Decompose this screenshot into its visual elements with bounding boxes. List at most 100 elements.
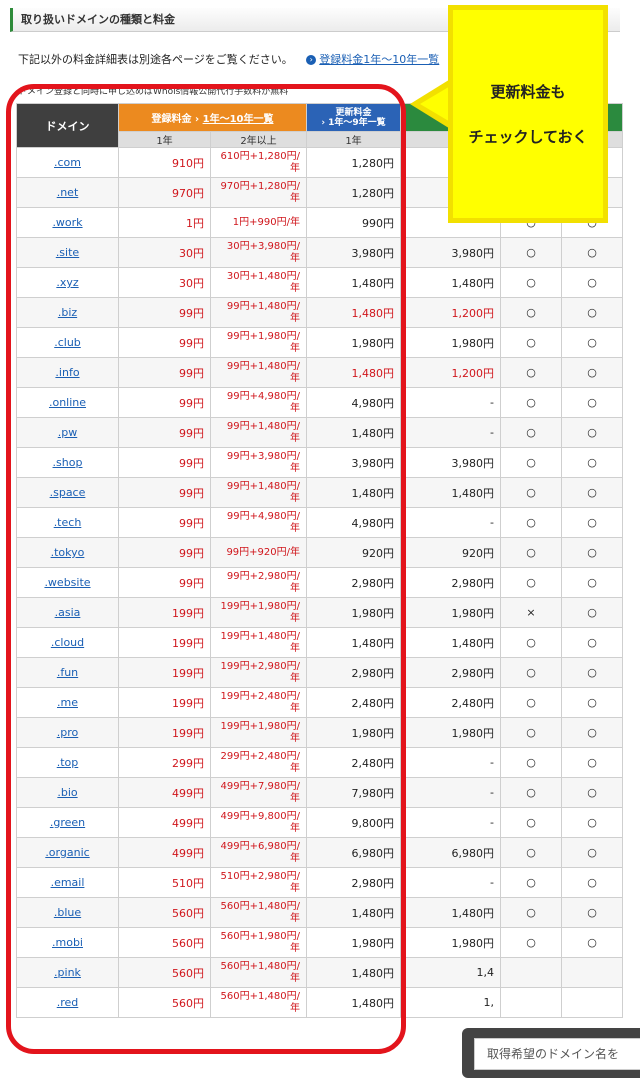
transfer-price: - <box>400 867 501 898</box>
renewal-price: 2,480円 <box>306 687 401 718</box>
table-row: .red 560円 560円+1,480円/年 1,480円 1, <box>16 987 624 1018</box>
domain-link[interactable]: .website <box>44 576 90 589</box>
price-1-year: 99円 <box>118 447 211 478</box>
feature-mark-2: ○ <box>560 717 624 748</box>
domain-link[interactable]: .top <box>57 756 79 769</box>
domain-link[interactable]: .biz <box>58 306 77 319</box>
header-registration-link[interactable]: 1年〜10年一覧 <box>203 114 274 125</box>
feature-mark-1: ○ <box>500 627 562 658</box>
price-1-year: 99円 <box>118 327 211 358</box>
domain-link[interactable]: .me <box>57 696 78 709</box>
header-renewal-link[interactable]: › 1年〜9年一覧 <box>313 118 394 128</box>
domain-link[interactable]: .space <box>50 486 86 499</box>
feature-mark-2: ○ <box>560 297 624 328</box>
domain-link[interactable]: .blue <box>54 906 81 919</box>
table-row: .blue 560円 560円+1,480円/年 1,480円 1,480円 ○ ○ <box>16 897 624 928</box>
renewal-price: 920円 <box>306 537 401 568</box>
price-1-year: 560円 <box>118 927 211 958</box>
price-2-years-plus: 99円+1,480円/年 <box>210 297 307 328</box>
domain-link-cell: .tech <box>16 507 119 538</box>
subheader-renew-1-year: 1年 <box>306 131 401 148</box>
domain-link-cell: .organic <box>16 837 119 868</box>
table-row: .info 99円 99円+1,480円/年 1,480円 1,200円 ○ ○ <box>16 357 624 388</box>
feature-mark-1: ○ <box>500 897 562 928</box>
price-1-year: 99円 <box>118 537 211 568</box>
domain-link[interactable]: .shop <box>53 456 83 469</box>
transfer-price: 1,480円 <box>400 897 501 928</box>
domain-link[interactable]: .info <box>55 366 79 379</box>
feature-mark-1: ○ <box>500 357 562 388</box>
renewal-price: 1,480円 <box>306 417 401 448</box>
domain-link-cell: .green <box>16 807 119 838</box>
domain-link[interactable]: .online <box>49 396 86 409</box>
domain-link[interactable]: .green <box>50 816 85 829</box>
domain-link[interactable]: .work <box>52 216 82 229</box>
domain-link[interactable]: .cloud <box>51 636 84 649</box>
table-row: .pw 99円 99円+1,480円/年 1,480円 - ○ ○ <box>16 417 624 448</box>
feature-mark-2: ○ <box>560 927 624 958</box>
domain-link-cell: .asia <box>16 597 119 628</box>
price-1-year: 30円 <box>118 267 211 298</box>
domain-link[interactable]: .com <box>54 156 81 169</box>
transfer-price: 3,980円 <box>400 237 501 268</box>
domain-link[interactable]: .bio <box>57 786 77 799</box>
domain-link[interactable]: .net <box>57 186 79 199</box>
domain-link[interactable]: .red <box>57 996 79 1009</box>
transfer-price: 1,980円 <box>400 327 501 358</box>
domain-link[interactable]: .xyz <box>56 276 78 289</box>
price-2-years-plus: 199円+2,980円/年 <box>210 657 307 688</box>
domain-link[interactable]: .tech <box>54 516 82 529</box>
table-row: .email 510円 510円+2,980円/年 2,980円 - ○ ○ <box>16 867 624 898</box>
domain-link[interactable]: .pink <box>54 966 81 979</box>
feature-mark-2: ○ <box>560 777 624 808</box>
renewal-price: 1,480円 <box>306 297 401 328</box>
transfer-price: 2,980円 <box>400 657 501 688</box>
feature-mark-2 <box>560 957 624 988</box>
transfer-price: 2,980円 <box>400 567 501 598</box>
domain-link-cell: .top <box>16 747 119 778</box>
renewal-price: 1,980円 <box>306 927 401 958</box>
header-registration-label: 登録料金 <box>151 114 192 125</box>
table-row: .asia 199円 199円+1,980円/年 1,980円 1,980円 × ○ <box>16 597 624 628</box>
price-2-years-plus: 99円+4,980円/年 <box>210 387 307 418</box>
domain-search-bar: 取得希望のドメイン名を <box>462 1028 640 1078</box>
price-2-years-plus: 560円+1,480円/年 <box>210 987 307 1018</box>
renewal-price: 2,480円 <box>306 747 401 778</box>
table-row: .cloud 199円 199円+1,480円/年 1,480円 1,480円 ○ ○ <box>16 627 624 658</box>
price-1-year: 1円 <box>118 207 211 238</box>
transfer-price: 6,980円 <box>400 837 501 868</box>
domain-link[interactable]: .email <box>51 876 85 889</box>
domain-link[interactable]: .pro <box>57 726 79 739</box>
domain-link[interactable]: .club <box>54 336 81 349</box>
price-1-year: 510円 <box>118 867 211 898</box>
price-2-years-plus: 99円+920円/年 <box>210 537 307 568</box>
feature-mark-2: ○ <box>560 597 624 628</box>
domain-link[interactable]: .mobi <box>52 936 83 949</box>
domain-link-cell: .me <box>16 687 119 718</box>
domain-link[interactable]: .pw <box>58 426 77 439</box>
feature-mark-1: ○ <box>500 687 562 718</box>
domain-link[interactable]: .asia <box>55 606 81 619</box>
reg-price-list-link[interactable]: › 登録料金1年〜10年一覧 <box>306 53 439 66</box>
feature-mark-2: ○ <box>560 357 624 388</box>
price-2-years-plus: 299円+2,480円/年 <box>210 747 307 778</box>
price-1-year: 499円 <box>118 807 211 838</box>
price-2-years-plus: 99円+4,980円/年 <box>210 507 307 538</box>
transfer-price: 1, <box>400 987 501 1018</box>
domain-search-input[interactable]: 取得希望のドメイン名を <box>474 1038 640 1070</box>
domain-link[interactable]: .organic <box>45 846 89 859</box>
price-2-years-plus: 30円+1,480円/年 <box>210 267 307 298</box>
feature-mark-1: ○ <box>500 417 562 448</box>
domain-link[interactable]: .fun <box>57 666 78 679</box>
feature-mark-1: ○ <box>500 747 562 778</box>
domain-link[interactable]: .site <box>56 246 79 259</box>
feature-mark-2: ○ <box>560 477 624 508</box>
renewal-price: 2,980円 <box>306 567 401 598</box>
price-1-year: 560円 <box>118 987 211 1018</box>
price-1-year: 199円 <box>118 657 211 688</box>
price-2-years-plus: 99円+3,980円/年 <box>210 447 307 478</box>
domain-link[interactable]: .tokyo <box>51 546 85 559</box>
feature-mark-1: ○ <box>500 507 562 538</box>
domain-link-cell: .mobi <box>16 927 119 958</box>
price-1-year: 99円 <box>118 567 211 598</box>
